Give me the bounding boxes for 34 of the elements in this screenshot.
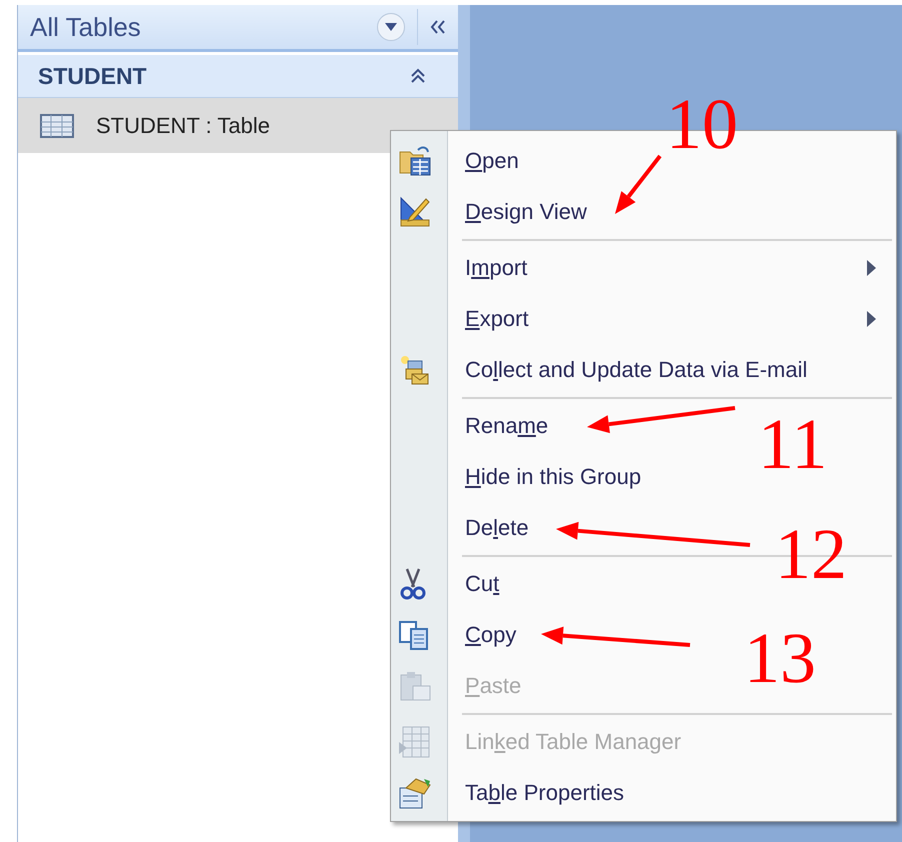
pane-title: All Tables	[30, 10, 142, 44]
table-item[interactable]: STUDENT : Table	[18, 98, 458, 153]
group-header[interactable]: STUDENT	[18, 55, 458, 98]
annotation-number: 13	[744, 622, 816, 694]
menu-item[interactable]: Export	[465, 306, 529, 331]
collapse-pane-button[interactable]	[417, 9, 446, 45]
scissors-icon	[398, 566, 428, 600]
copy-icon	[398, 618, 430, 650]
menu-item[interactable]: Cut	[465, 571, 500, 596]
table-label: STUDENT : Table	[96, 112, 270, 140]
menu-item[interactable]: Open	[465, 148, 519, 173]
folder-table-icon	[398, 144, 432, 178]
dropdown-button[interactable]	[377, 13, 405, 41]
menu-item[interactable]: Hide in this Group	[465, 464, 642, 489]
ruler-pencil-icon	[398, 194, 432, 228]
annotation-number: 12	[775, 518, 847, 590]
table-icon	[40, 114, 74, 138]
group-title: STUDENT	[38, 62, 148, 91]
submenu-arrow-icon	[867, 310, 876, 326]
menu-item[interactable]: Import	[465, 255, 528, 280]
annotation-number: 11	[758, 408, 828, 480]
menu-item[interactable]: Design View	[465, 199, 587, 224]
annotation-number: 10	[666, 88, 738, 160]
menu-item[interactable]: Delete	[465, 515, 529, 540]
menu-item[interactable]: Copy	[465, 622, 516, 647]
menu-item[interactable]: Table Properties	[465, 780, 624, 805]
linked-table-icon	[398, 724, 432, 760]
menu-item[interactable]: Collect and Update Data via E-mail	[465, 357, 808, 382]
table-properties-icon	[398, 776, 432, 810]
menu-item[interactable]: Rename	[465, 413, 548, 438]
submenu-arrow-icon	[867, 260, 876, 276]
double-chevron-icon	[430, 20, 446, 34]
dropdown-arrow-icon	[385, 23, 397, 31]
arrow	[615, 154, 662, 214]
